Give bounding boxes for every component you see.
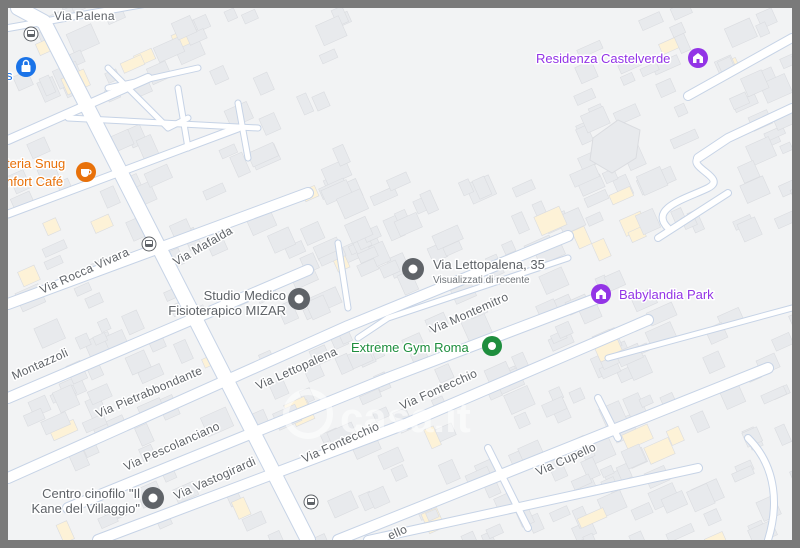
building — [760, 385, 788, 405]
coffee-cup-icon — [76, 162, 96, 182]
building-icon — [591, 284, 611, 304]
poi-studio-line1: Studio Medico — [204, 288, 286, 303]
building — [311, 91, 331, 112]
building — [90, 213, 114, 234]
poi-address-sublabel: Visualizzati di recente — [433, 275, 530, 286]
building — [779, 141, 792, 155]
building — [437, 458, 461, 485]
building — [630, 501, 654, 521]
building — [628, 530, 650, 540]
building — [673, 102, 689, 118]
building — [65, 23, 100, 55]
building — [314, 533, 333, 540]
building — [585, 211, 604, 227]
building — [513, 411, 531, 430]
poi-residenza-label: Residenza Castelverde — [536, 51, 670, 66]
poi-selected-address[interactable]: Via Lettopalena, 35 Visualizzati di rece… — [402, 256, 546, 288]
building — [655, 77, 677, 98]
building — [119, 54, 146, 74]
building — [669, 8, 693, 21]
bus-stop-icon[interactable] — [141, 236, 157, 252]
map-canvas[interactable]: casa.it Via Palena Via Mafalda Via Rocca… — [8, 8, 792, 540]
building — [773, 209, 792, 230]
poi-address-label: Via Lettopalena, 35 — [433, 257, 545, 272]
poi-studio-line2: Fisioterapico MIZAR — [168, 303, 286, 318]
building — [173, 339, 194, 364]
building — [267, 530, 286, 540]
building — [510, 211, 530, 235]
building-icon — [688, 48, 708, 68]
location-pin-icon — [288, 288, 310, 310]
building — [619, 71, 636, 86]
building — [296, 92, 315, 116]
building — [121, 309, 145, 336]
building — [223, 8, 239, 23]
building — [703, 531, 727, 540]
poi-cinofilo-line2: Kane del Villaggio" — [32, 501, 141, 516]
poi-cinofilo-line1: Centro cinofilo "Il — [42, 486, 140, 501]
building — [665, 523, 695, 540]
building — [703, 508, 722, 527]
building — [327, 490, 359, 519]
building — [33, 318, 66, 349]
building — [43, 254, 64, 271]
building — [202, 182, 227, 201]
building — [669, 128, 700, 150]
building — [134, 422, 155, 447]
building — [99, 185, 121, 209]
poi-gym-label: Extreme Gym Roma — [351, 340, 470, 355]
building — [252, 71, 275, 96]
building — [774, 423, 792, 446]
building — [549, 505, 571, 523]
building — [771, 331, 792, 352]
building — [690, 410, 711, 434]
building — [55, 520, 75, 540]
building — [299, 221, 326, 246]
bus-stop-icon[interactable] — [303, 494, 319, 510]
road — [605, 305, 792, 361]
building — [386, 171, 411, 192]
building — [511, 179, 536, 198]
building — [390, 464, 408, 482]
building — [591, 237, 612, 262]
building — [42, 217, 62, 237]
road — [655, 190, 731, 241]
building — [240, 8, 259, 25]
street-label-via-palena: Via Palena — [54, 9, 115, 23]
building — [318, 48, 339, 65]
building — [41, 239, 68, 258]
building — [777, 176, 792, 198]
poi-babylandia-label: Babylandia Park — [619, 287, 714, 302]
building — [702, 350, 726, 374]
building — [485, 523, 504, 540]
shopping-bag-icon — [16, 57, 36, 77]
building — [779, 49, 792, 70]
location-pin-icon — [482, 336, 502, 356]
building — [789, 462, 792, 485]
poi-cafe-line1: teria Snug — [8, 156, 65, 171]
building — [143, 163, 173, 188]
building — [209, 65, 230, 86]
building — [723, 17, 758, 48]
building — [460, 530, 481, 540]
building — [258, 112, 282, 136]
building — [332, 143, 351, 167]
poi-cafe-line2: nfort Café — [8, 174, 63, 189]
building — [96, 317, 112, 334]
poi-shop-label: s — [8, 68, 13, 83]
building — [638, 11, 664, 32]
location-pin-icon — [142, 487, 164, 509]
building — [573, 87, 597, 106]
building — [84, 292, 104, 309]
map-frame: casa.it Via Palena Via Mafalda Via Rocca… — [0, 0, 800, 548]
bus-stop-icon[interactable] — [23, 26, 39, 42]
location-pin-icon — [402, 258, 424, 280]
building — [568, 387, 586, 404]
